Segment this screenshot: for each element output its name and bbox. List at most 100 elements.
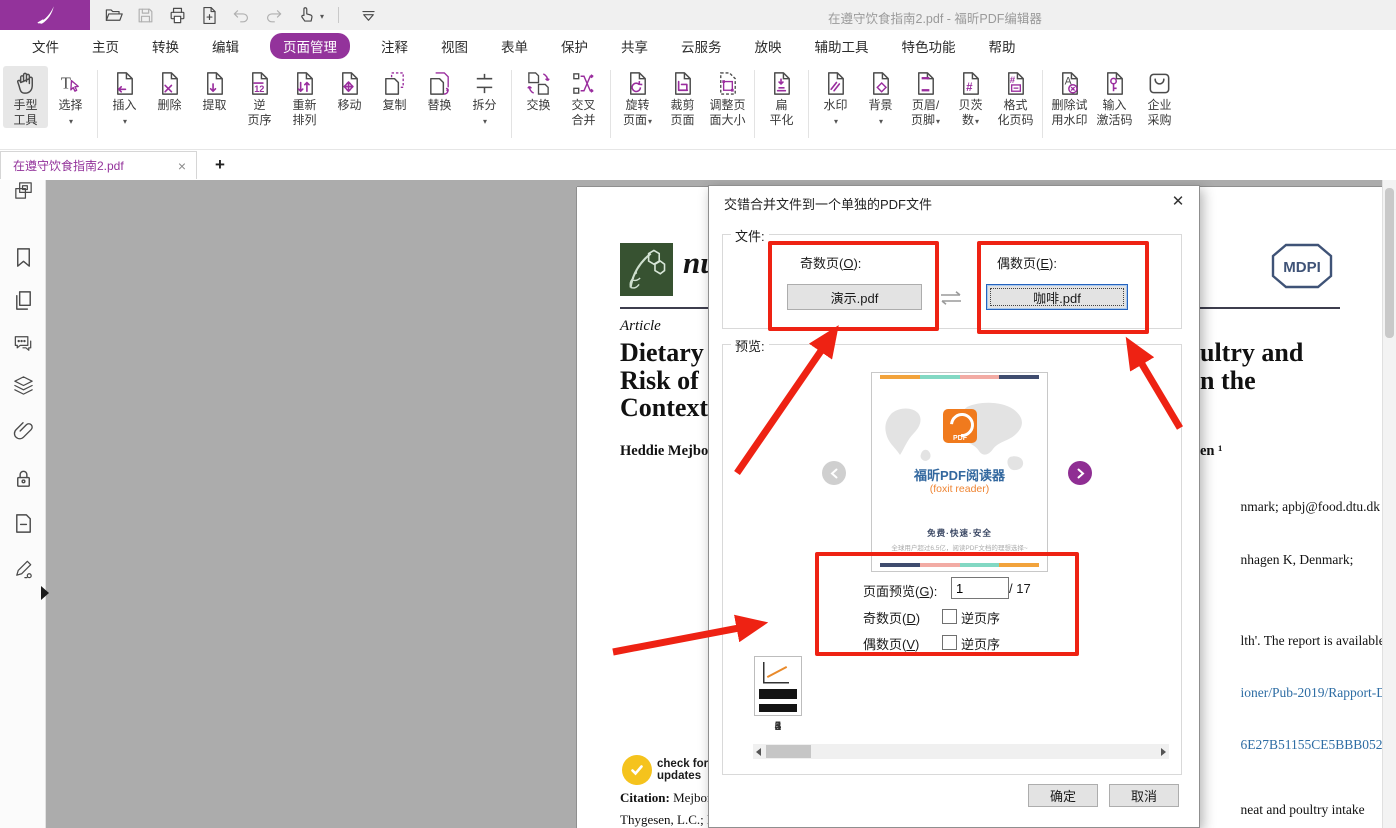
open-file-button[interactable] [102, 4, 124, 26]
vertical-scrollbar[interactable] [1382, 180, 1396, 828]
menu-home[interactable]: 主页 [90, 33, 121, 59]
panel-attachments-button[interactable] [10, 420, 36, 446]
menu-special-features[interactable]: 特色功能 [900, 33, 958, 59]
page-total-label: / 17 [1009, 581, 1031, 596]
menu-file[interactable]: 文件 [30, 33, 61, 59]
menu-share[interactable]: 共享 [619, 33, 650, 59]
menu-protect[interactable]: 保护 [559, 33, 590, 59]
flatten-pages-button[interactable]: 扁 平化▾ [759, 66, 804, 128]
files-groupbox: 文件: [722, 234, 1182, 329]
print-button[interactable] [166, 4, 188, 26]
menu-form[interactable]: 表单 [499, 33, 530, 59]
paper-text-line: neat and poultry intake [1200, 783, 1382, 828]
watermark-button[interactable]: 水印 ▾ [813, 66, 858, 129]
ribbon-group-divider: ▾ [808, 70, 809, 138]
panel-bookmarks-button[interactable] [10, 247, 36, 273]
ok-button[interactable]: 确定 [1028, 784, 1098, 807]
delete-pages-button[interactable]: 删除 ▾ [147, 66, 192, 113]
redo-button[interactable] [262, 4, 284, 26]
page-preview-input[interactable] [951, 577, 1009, 599]
odd-file-button[interactable]: 演示.pdf [787, 284, 922, 310]
swap-files-icon [937, 290, 965, 309]
paper-text-line: 6E27B51155CE5BBB0529. [1200, 719, 1382, 771]
extract-pages-button[interactable]: 提取 ▾ [192, 66, 237, 113]
thumbnail-scrollbar-thumb[interactable] [766, 745, 811, 758]
panel-comments-button[interactable] [10, 333, 36, 359]
qat-separator[interactable] [338, 7, 339, 23]
crop-pages-button[interactable]: 裁剪 页面▾ [660, 66, 705, 128]
page-thumbnail-6[interactable] [754, 656, 802, 716]
sidebar-expand-handle[interactable] [41, 586, 49, 600]
dialog-close-icon[interactable]: ✕ [1169, 192, 1187, 210]
document-tab[interactable]: 在遵守饮食指南2.pdf × [0, 151, 197, 179]
header-footer-button[interactable]: 页眉/ 页脚▾ [903, 66, 948, 129]
paper-right-column: nmark; apbj@food.dtu.dk nhagen K, Denmar… [1200, 481, 1382, 828]
split-document-button[interactable]: 拆分 ▾ [462, 66, 507, 129]
save-button[interactable] [134, 4, 156, 26]
format-page-numbers-button[interactable]: # 格式 化页码▾ [993, 66, 1038, 128]
hand-tool-button[interactable]: 手型 工具▾ [3, 66, 48, 128]
touch-mode-button[interactable] [294, 4, 316, 26]
check-for-updates-badge[interactable]: check for updates [622, 755, 708, 785]
enterprise-purchase-button[interactable]: 企业 采购▾ [1137, 66, 1182, 128]
svg-text:T: T [61, 73, 71, 92]
foxit-pdf-editor-window: 在遵守饮食指南2.pdf - 福昕PDF编辑器 文件 主页 转换 编辑 页面管理… [0, 0, 1396, 828]
reverse-page-order-button[interactable]: 12 逆 页序▾ [237, 66, 282, 128]
replace-pages-button[interactable]: 替换 ▾ [417, 66, 462, 113]
even-file-button[interactable]: 咖啡.pdf [986, 284, 1128, 310]
menu-page-management[interactable]: 页面管理 [270, 33, 350, 59]
thumbnail-page-number: 6 [753, 719, 803, 733]
odd-reverse-label: 奇数页(D) [863, 608, 920, 627]
vertical-scrollbar-thumb[interactable] [1385, 188, 1394, 338]
odd-reverse-checkbox[interactable] [942, 609, 957, 624]
enter-activation-code-button[interactable]: 输入 激活码▾ [1092, 66, 1137, 128]
cover-color-bar-top [880, 375, 1039, 379]
dialog-title: 交错合并文件到一个单独的PDF文件 [724, 194, 932, 213]
mdpi-logo: MDPI [1270, 241, 1334, 291]
background-button[interactable]: 背景 ▾ [858, 66, 903, 129]
author-line-left: Heddie Mejbo [620, 443, 708, 460]
preview-page: PDF 福昕PDF阅读器 (foxit reader) 免费·快速·安全 全球用… [871, 372, 1048, 572]
bates-numbering-button[interactable]: # 贝茨 数▾ [948, 66, 993, 129]
panel-destinations-button[interactable] [10, 513, 36, 539]
remove-trial-watermark-button[interactable]: A 删除试 用水印▾ [1047, 66, 1092, 128]
thumbnail-scrollbar[interactable] [753, 744, 1169, 759]
select-tool-button[interactable]: T 选择 ▾ [48, 66, 93, 129]
panel-snapshot-button[interactable] [10, 180, 36, 206]
move-pages-button[interactable]: 移动 ▾ [327, 66, 372, 113]
copy-pages-button[interactable]: 复制 ▾ [372, 66, 417, 113]
rearrange-pages-button[interactable]: 重新 排列▾ [282, 66, 327, 128]
menu-convert[interactable]: 转换 [150, 33, 181, 59]
menu-cloud-service[interactable]: 云服务 [679, 33, 724, 59]
svg-text:MDPI: MDPI [1283, 259, 1321, 276]
preview-next-button[interactable] [1068, 461, 1092, 485]
menu-edit[interactable]: 编辑 [210, 33, 241, 59]
panel-security-button[interactable] [10, 468, 36, 494]
collapse-ribbon-button[interactable] [357, 4, 379, 26]
tab-close-icon[interactable]: × [176, 158, 188, 174]
preview-prev-button[interactable] [822, 461, 846, 485]
cancel-button[interactable]: 取消 [1109, 784, 1179, 807]
interleave-merge-button[interactable]: 交叉 合并▾ [561, 66, 606, 128]
undo-button[interactable] [230, 4, 252, 26]
menu-present[interactable]: 放映 [753, 33, 784, 59]
new-document-button[interactable] [198, 4, 220, 26]
menu-comment[interactable]: 注释 [379, 33, 410, 59]
rotate-pages-button[interactable]: 旋转 页面▾ [615, 66, 660, 129]
even-reverse-checkbox[interactable] [942, 635, 957, 650]
menu-view[interactable]: 视图 [439, 33, 470, 59]
panel-signatures-button[interactable] [10, 558, 36, 584]
foxit-logo[interactable] [0, 0, 90, 30]
panel-layers-button[interactable] [10, 375, 36, 401]
new-tab-button[interactable]: + [208, 153, 232, 177]
paper-text-line: ioner/Pub-2019/Rapport-Di [1200, 667, 1382, 719]
insert-pages-button[interactable]: 插入 ▾ [102, 66, 147, 129]
scroll-right-icon[interactable] [1161, 748, 1166, 756]
preview-fine-print: 全球用户超过6.5亿，阅读PDF文档的理想选择~ [872, 542, 1047, 552]
resize-pages-button[interactable]: 调整页 面大小▾ [705, 66, 750, 128]
scroll-left-icon[interactable] [756, 748, 761, 756]
panel-pages-button[interactable] [10, 290, 36, 316]
swap-pages-button[interactable]: 交换 ▾ [516, 66, 561, 113]
menu-assist-tools[interactable]: 辅助工具 [813, 33, 871, 59]
menu-help[interactable]: 帮助 [987, 33, 1018, 59]
